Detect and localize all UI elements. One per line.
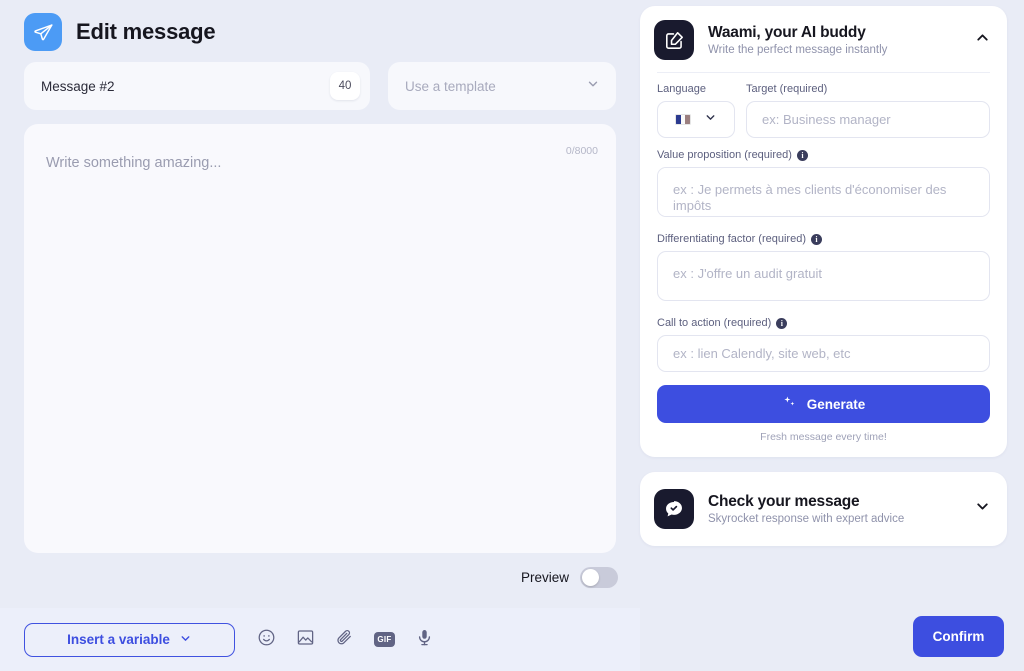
chevron-up-icon[interactable] <box>974 29 991 51</box>
assistant-pane: Waami, your AI buddy Write the perfect m… <box>640 0 1024 671</box>
waami-panel-header[interactable]: Waami, your AI buddy Write the perfect m… <box>640 6 1007 72</box>
preview-toggle-knob <box>582 569 599 586</box>
differentiating-factor-label-text: Differentiating factor (required) <box>657 233 806 245</box>
check-message-panel-subtitle: Skyrocket response with expert advice <box>708 513 905 525</box>
waami-panel-body: Language Target (required) ex: Business … <box>640 72 1007 457</box>
gif-icon[interactable]: GIF <box>374 632 395 647</box>
check-message-panel-header[interactable]: Check your message Skyrocket response wi… <box>640 472 1007 546</box>
editor-character-counter: 0/8000 <box>565 145 598 157</box>
waami-panel-subtitle: Write the perfect message instantly <box>708 44 888 56</box>
info-icon[interactable]: i <box>796 149 808 161</box>
target-input[interactable] <box>746 101 990 138</box>
waami-panel-titles: Waami, your AI buddy Write the perfect m… <box>708 24 960 56</box>
call-to-action-label-text: Call to action (required) <box>657 317 772 329</box>
image-icon[interactable] <box>296 628 315 652</box>
toolbar-icon-group: GIF <box>257 628 434 652</box>
message-name-field[interactable]: Message #2 40 <box>24 62 370 110</box>
target-field-group: Target (required) <box>746 83 990 138</box>
microphone-icon[interactable] <box>415 628 434 652</box>
call-to-action-input[interactable] <box>657 335 990 372</box>
value-proposition-label-text: Value proposition (required) <box>657 149 792 161</box>
differentiating-factor-label: Differentiating factor (required) i <box>657 233 990 245</box>
chevron-down-icon[interactable] <box>974 498 991 520</box>
insert-variable-button[interactable]: Insert a variable <box>24 622 235 657</box>
chevron-down-icon <box>704 111 717 129</box>
check-message-panel: Check your message Skyrocket response wi… <box>640 472 1007 546</box>
language-target-row: Language Target (required) <box>657 83 990 138</box>
sparkle-icon <box>782 395 797 413</box>
call-to-action-label: Call to action (required) i <box>657 317 990 329</box>
generate-note: Fresh message every time! <box>760 431 887 443</box>
generate-button-label: Generate <box>806 396 866 412</box>
message-char-badge: 40 <box>330 72 360 100</box>
chevron-down-icon <box>179 632 192 648</box>
target-label: Target (required) <box>746 83 828 95</box>
emoji-icon[interactable] <box>257 628 276 652</box>
differentiating-factor-input[interactable] <box>657 251 990 301</box>
preview-toggle[interactable] <box>580 567 618 588</box>
check-message-panel-title: Check your message <box>708 493 860 510</box>
panel-divider <box>657 72 990 73</box>
call-to-action-group: Call to action (required) i <box>657 317 990 372</box>
value-proposition-label: Value proposition (required) i <box>657 149 990 161</box>
preview-row: Preview <box>0 553 640 588</box>
value-proposition-input[interactable] <box>657 167 990 217</box>
language-field-group: Language <box>657 83 735 138</box>
chat-check-icon <box>654 489 694 529</box>
info-icon[interactable]: i <box>776 317 788 329</box>
message-name-value: Message #2 <box>41 78 115 94</box>
chevron-down-icon <box>586 77 600 96</box>
message-body-editor[interactable]: 0/8000 Write something amazing... <box>24 124 616 553</box>
info-icon[interactable]: i <box>810 233 822 245</box>
message-editor-pane: Edit message Message #2 40 Use a templat… <box>0 0 640 671</box>
differentiating-factor-group: Differentiating factor (required) i <box>657 233 990 306</box>
template-select[interactable]: Use a template <box>388 62 616 110</box>
editor-placeholder: Write something amazing... <box>46 155 222 171</box>
language-label: Language <box>657 83 706 95</box>
preview-label: Preview <box>520 570 569 585</box>
confirm-button[interactable]: Confirm <box>913 616 1004 657</box>
editor-toolbar: Insert a variable GIF <box>0 608 640 671</box>
message-meta-row: Message #2 40 Use a template <box>0 56 640 110</box>
edit-message-screen: Edit message Message #2 40 Use a templat… <box>0 0 1024 671</box>
attachment-icon[interactable] <box>335 628 354 652</box>
paper-plane-icon <box>24 13 62 51</box>
page-header: Edit message <box>0 0 640 56</box>
insert-variable-label: Insert a variable <box>67 632 170 647</box>
page-title: Edit message <box>76 19 216 44</box>
language-select[interactable] <box>657 101 735 138</box>
waami-panel-title: Waami, your AI buddy <box>708 24 866 41</box>
value-proposition-group: Value proposition (required) i <box>657 149 990 222</box>
template-select-placeholder: Use a template <box>405 78 496 94</box>
generate-button[interactable]: Generate <box>657 385 990 423</box>
edit-square-icon <box>654 20 694 60</box>
flag-france-icon <box>675 114 691 125</box>
check-message-panel-titles: Check your message Skyrocket response wi… <box>708 493 960 525</box>
waami-panel: Waami, your AI buddy Write the perfect m… <box>640 6 1007 457</box>
